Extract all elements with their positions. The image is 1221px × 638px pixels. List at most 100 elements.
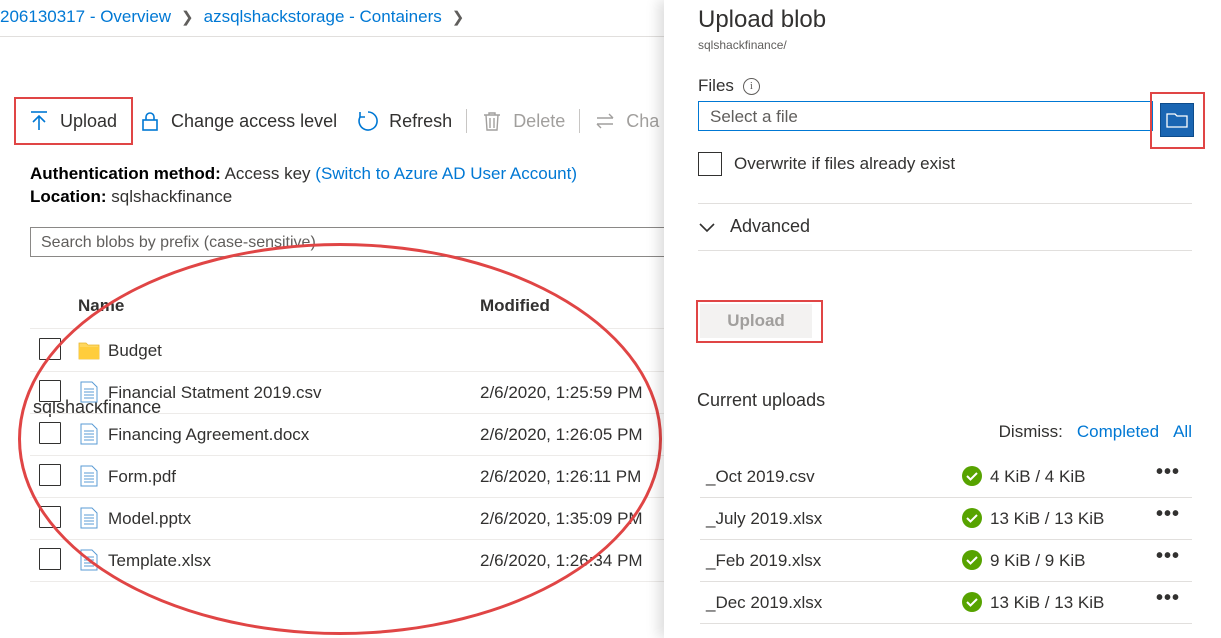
table-row[interactable]: Financing Agreement.docx 2/6/2020, 1:26:…	[30, 413, 664, 456]
row-name[interactable]: Financing Agreement.docx	[108, 425, 309, 445]
breadcrumb-containers[interactable]: azsqlshackstorage - Containers	[204, 7, 442, 26]
trash-icon	[484, 112, 501, 131]
modified-column-header[interactable]: Modified	[480, 296, 550, 316]
browse-highlight	[1150, 92, 1205, 149]
table-header: Name Modified	[30, 290, 664, 329]
upload-size: 13 KiB / 13 KiB	[990, 593, 1105, 612]
row-checkbox[interactable]	[39, 506, 61, 528]
upload-size: 13 KiB / 13 KiB	[990, 509, 1105, 528]
upload-size: 9 KiB / 9 KiB	[990, 551, 1086, 570]
refresh-button[interactable]: Refresh	[357, 98, 452, 144]
check-circle-icon	[962, 466, 982, 486]
upload-submit-button[interactable]: Upload	[700, 304, 812, 338]
change-access-level-button[interactable]: Change access level	[139, 98, 337, 144]
row-name[interactable]: Model.pptx	[108, 509, 191, 529]
browse-files-button[interactable]	[1160, 103, 1194, 137]
row-checkbox[interactable]	[39, 338, 61, 360]
divider	[0, 36, 664, 37]
check-circle-icon	[962, 550, 982, 570]
file-icon	[80, 549, 98, 571]
change-access-label: Change access level	[171, 110, 338, 131]
switch-auth-link[interactable]: (Switch to Azure AD User Account)	[315, 164, 577, 183]
file-select-input[interactable]: Select a file	[698, 101, 1153, 131]
folder-open-icon	[1166, 113, 1188, 128]
advanced-toggle[interactable]: Advanced	[698, 216, 810, 237]
current-uploads-heading: Current uploads	[697, 390, 826, 410]
toolbar: Upload Change access level Refresh Delet…	[14, 96, 659, 146]
auth-method-value: Access key	[224, 164, 311, 183]
row-checkbox[interactable]	[39, 380, 61, 402]
file-icon	[80, 465, 98, 487]
divider	[698, 250, 1192, 251]
table-row[interactable]: Financial Statment 2019.csv 2/6/2020, 1:…	[30, 371, 664, 414]
dismiss-completed-link[interactable]: Completed	[1077, 422, 1159, 441]
row-modified: 2/6/2020, 1:25:59 PM	[480, 383, 643, 402]
info-icon[interactable]: i	[742, 77, 760, 95]
delete-button[interactable]: Delete	[481, 98, 565, 144]
row-name[interactable]: Form.pdf	[108, 467, 176, 487]
upload-row: _Feb 2019.xlsx 9 KiB / 9 KiB •••	[700, 539, 1192, 582]
search-input[interactable]: Search blobs by prefix (case-sensitive)	[30, 227, 664, 257]
container-view: 206130317 - Overview ❯ azsqlshackstorage -…	[0, 0, 664, 638]
upload-file-name: _Feb 2019.xlsx	[706, 551, 822, 570]
change-tier-label: Cha	[626, 110, 660, 131]
breadcrumb: 206130317 - Overview ❯ azsqlshackstorage -…	[0, 7, 474, 417]
table-row[interactable]: Form.pdf 2/6/2020, 1:26:11 PM	[30, 455, 664, 498]
upload-row: _July 2019.xlsx 13 KiB / 13 KiB •••	[700, 497, 1192, 540]
table-row[interactable]: Model.pptx 2/6/2020, 1:35:09 PM	[30, 497, 664, 540]
files-label: Files	[698, 76, 734, 95]
upload-size: 4 KiB / 4 KiB	[990, 467, 1086, 486]
row-name[interactable]: Financial Statment 2019.csv	[108, 383, 322, 403]
row-modified: 2/6/2020, 1:26:05 PM	[480, 425, 643, 444]
more-options-icon[interactable]: •••	[1156, 587, 1180, 610]
panel-subtitle: sqlshackfinance/	[698, 38, 787, 52]
auth-info: Authentication method: Access key (Switc…	[30, 162, 577, 208]
upload-file-name: _July 2019.xlsx	[706, 509, 823, 528]
refresh-icon	[358, 111, 379, 131]
location-label: Location:	[30, 187, 107, 206]
advanced-label: Advanced	[730, 216, 811, 236]
row-modified: 2/6/2020, 1:35:09 PM	[480, 509, 643, 528]
divider	[698, 203, 1192, 204]
row-name[interactable]: Budget	[108, 341, 162, 361]
row-checkbox[interactable]	[39, 422, 61, 444]
row-modified: 2/6/2020, 1:26:34 PM	[480, 551, 643, 570]
overwrite-checkbox[interactable]	[698, 152, 722, 176]
change-tier-button[interactable]: Cha	[594, 98, 659, 144]
toolbar-divider	[466, 109, 468, 133]
files-label-row: Files i	[698, 76, 760, 96]
row-checkbox[interactable]	[39, 464, 61, 486]
toolbar-divider	[579, 109, 581, 133]
delete-label: Delete	[513, 110, 566, 131]
check-circle-icon	[962, 508, 982, 528]
more-options-icon[interactable]: •••	[1156, 503, 1180, 526]
more-options-icon[interactable]: •••	[1156, 461, 1180, 484]
chevron-right-icon: ❯	[451, 9, 465, 26]
swap-icon	[596, 113, 614, 129]
dismiss-all-link[interactable]: All	[1173, 422, 1192, 441]
breadcrumb-overview[interactable]: 206130317 - Overview	[0, 7, 171, 26]
upload-button[interactable]: Upload	[14, 97, 134, 145]
table-row[interactable]: Budget	[30, 329, 664, 372]
row-checkbox[interactable]	[39, 548, 61, 570]
upload-blob-panel: Upload blob sqlshackfinance/ Files i Sel…	[664, 0, 1221, 638]
file-icon	[80, 507, 98, 529]
folder-icon	[78, 342, 100, 360]
lock-icon	[142, 112, 158, 131]
panel-title: Upload blob	[698, 6, 827, 33]
overwrite-option[interactable]: Overwrite if files already exist	[698, 152, 955, 176]
row-name[interactable]: Template.xlsx	[108, 551, 211, 571]
upload-icon	[31, 111, 47, 130]
file-icon	[80, 423, 98, 445]
table-row[interactable]: Template.xlsx 2/6/2020, 1:26:34 PM	[30, 539, 664, 582]
location-value: sqlshackfinance	[111, 187, 233, 206]
overwrite-label: Overwrite if files already exist	[734, 154, 956, 173]
upload-row: _Oct 2019.csv 4 KiB / 4 KiB •••	[700, 455, 1192, 498]
name-column-header[interactable]: Name	[78, 296, 124, 316]
chevron-down-icon	[699, 222, 715, 232]
check-circle-icon	[962, 592, 982, 612]
file-icon	[80, 381, 98, 403]
chevron-right-icon: ❯	[181, 9, 194, 26]
more-options-icon[interactable]: •••	[1156, 545, 1180, 568]
refresh-label: Refresh	[389, 110, 453, 131]
